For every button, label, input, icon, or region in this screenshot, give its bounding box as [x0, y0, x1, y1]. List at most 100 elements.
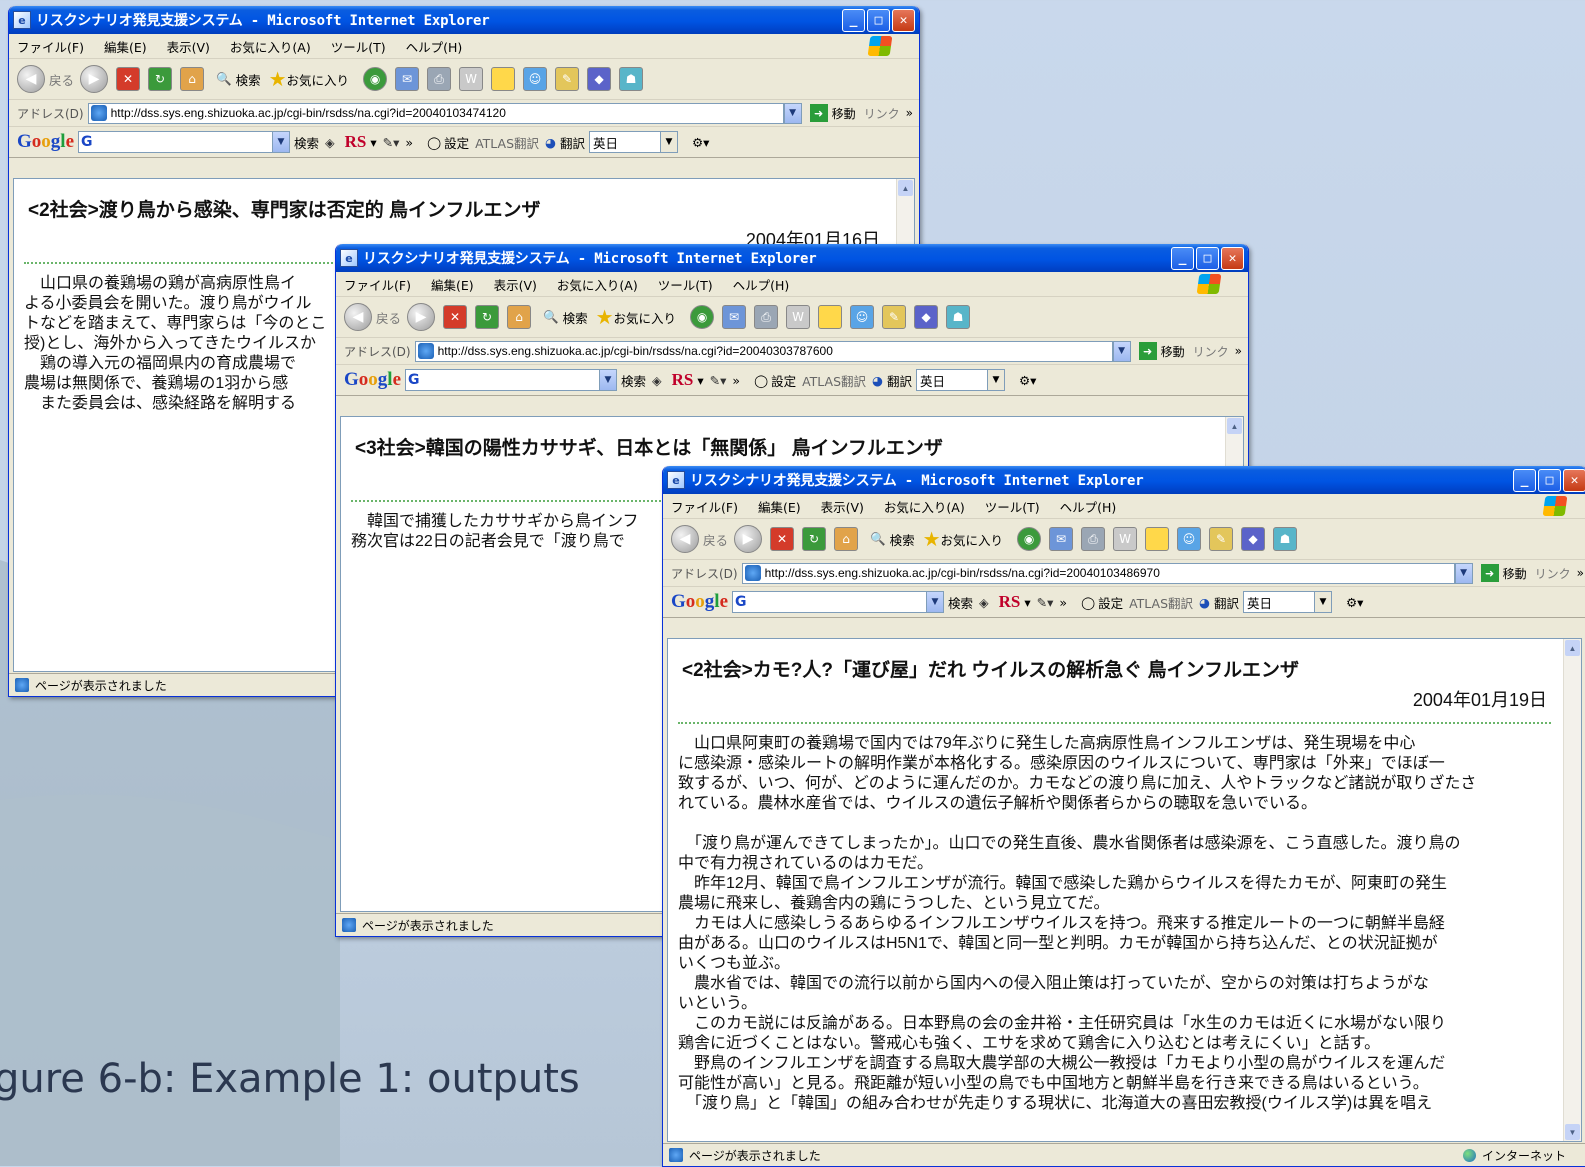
search-icon[interactable]: 🔍 [543, 309, 559, 325]
rs-dropdown-icon[interactable]: ▾ [1024, 595, 1030, 610]
highlight-icon[interactable]: ✎▾ [383, 135, 400, 150]
chevron-right-icon[interactable]: » [906, 106, 913, 120]
minimize-button[interactable]: _ [1513, 468, 1536, 492]
refresh-icon[interactable]: ↻ [148, 67, 173, 91]
chevron-right-icon[interactable]: » [1577, 566, 1584, 580]
translate-button[interactable]: 翻訳 [887, 371, 912, 390]
minimize-button[interactable]: _ [1171, 246, 1194, 270]
menu-favorites[interactable]: お気に入り(A) [230, 37, 311, 56]
language-select[interactable]: 英日 ▼ [915, 369, 1005, 391]
atlas-translate-button[interactable]: ATLAS翻訳 [475, 133, 539, 152]
title-bar[interactable]: e リスクシナリオ発見支援システム - Microsoft Internet E… [336, 244, 1248, 272]
messenger-icon[interactable]: ☺ [1177, 527, 1202, 551]
google-search-button[interactable]: 検索 [294, 133, 319, 152]
print-icon[interactable]: ⎙ [1081, 527, 1106, 551]
favorites-label[interactable]: お気に入り [941, 530, 1004, 549]
highlight-icon[interactable]: ✎▾ [710, 373, 727, 388]
back-label[interactable]: 戻る [703, 530, 728, 549]
atlas-translate-button[interactable]: ATLAS翻訳 [802, 371, 866, 390]
settings-radio-icon[interactable]: ◯ [427, 135, 441, 150]
back-arrow-icon[interactable]: ◀ [344, 303, 372, 331]
mail-icon[interactable]: ✉ [395, 67, 420, 91]
go-button[interactable]: ➜ 移動 [809, 104, 856, 122]
favorites-label[interactable]: お気に入り [287, 70, 350, 89]
select-dropdown-icon[interactable]: ▼ [986, 370, 1004, 390]
close-button[interactable]: ✕ [1563, 468, 1585, 492]
media-icon[interactable]: ◉ [1017, 527, 1042, 551]
vertical-scrollbar[interactable]: ▲ ▼ [1563, 639, 1581, 1141]
menu-file[interactable]: ファイル(F) [671, 497, 738, 516]
rs-button[interactable]: RS [999, 592, 1021, 612]
home-icon[interactable]: ⌂ [180, 67, 205, 91]
back-label[interactable]: 戻る [49, 70, 74, 89]
notes-icon[interactable] [491, 67, 516, 91]
back-arrow-icon[interactable]: ◀ [17, 65, 45, 93]
links-label[interactable]: リンク [1193, 343, 1229, 360]
url-text[interactable]: http://dss.sys.eng.shizuoka.ac.jp/cgi-bi… [765, 566, 1160, 580]
edit-icon[interactable]: W [459, 67, 484, 91]
language-select[interactable]: 英日 ▼ [588, 131, 678, 153]
scroll-up-icon[interactable]: ▲ [1565, 640, 1580, 656]
scroll-up-icon[interactable]: ▲ [898, 180, 913, 196]
title-bar[interactable]: e リスクシナリオ発見支援システム - Microsoft Internet E… [9, 6, 919, 34]
google-dropdown-icon[interactable]: ▼ [599, 370, 616, 390]
edit-icon[interactable]: W [786, 305, 811, 329]
refresh-icon[interactable]: ↻ [475, 305, 500, 329]
home-icon[interactable]: ⌂ [507, 305, 532, 329]
translate-button[interactable]: 翻訳 [560, 133, 585, 152]
links-label[interactable]: リンク [1535, 565, 1571, 582]
language-select[interactable]: 英日 ▼ [1242, 591, 1332, 613]
menu-file[interactable]: ファイル(F) [17, 37, 84, 56]
google-search-input[interactable]: G ▼ [78, 131, 290, 153]
menu-tools[interactable]: ツール(T) [985, 497, 1040, 516]
address-dropdown-icon[interactable]: ▼ [1112, 340, 1131, 362]
back-arrow-icon[interactable]: ◀ [671, 525, 699, 553]
url-input[interactable]: http://dss.sys.eng.shizuoka.ac.jp/cgi-bi… [741, 562, 1455, 584]
address-dropdown-icon[interactable]: ▼ [1454, 562, 1473, 584]
settings-button[interactable]: 設定 [1098, 593, 1123, 612]
search-label[interactable]: 検索 [236, 70, 261, 89]
chevron-right-icon[interactable]: » [732, 373, 740, 388]
settings-radio-icon[interactable]: ◯ [754, 373, 768, 388]
research-icon[interactable]: ✎ [882, 305, 907, 329]
notes-icon[interactable] [818, 305, 843, 329]
scroll-up-icon[interactable]: ▲ [1227, 418, 1242, 434]
stop-icon[interactable]: ✕ [116, 67, 141, 91]
tools-icon[interactable]: ⚙▾ [1019, 373, 1036, 388]
rs-button[interactable]: RS [345, 132, 367, 152]
favorites-star-icon[interactable]: ★ [269, 67, 287, 91]
back-label[interactable]: 戻る [376, 308, 401, 327]
settings-button[interactable]: 設定 [771, 371, 796, 390]
stop-icon[interactable]: ✕ [770, 527, 795, 551]
people-icon[interactable]: ☗ [619, 67, 644, 91]
bluetooth-icon[interactable]: ◆ [1241, 527, 1266, 551]
select-dropdown-icon[interactable]: ▼ [659, 132, 677, 152]
menu-view[interactable]: 表示(V) [494, 275, 537, 294]
google-search-button[interactable]: 検索 [621, 371, 646, 390]
menu-view[interactable]: 表示(V) [167, 37, 210, 56]
url-text[interactable]: http://dss.sys.eng.shizuoka.ac.jp/cgi-bi… [438, 344, 833, 358]
url-input[interactable]: http://dss.sys.eng.shizuoka.ac.jp/cgi-bi… [414, 340, 1113, 362]
menu-edit[interactable]: 編集(E) [758, 497, 801, 516]
search-label[interactable]: 検索 [563, 308, 588, 327]
settings-button[interactable]: 設定 [444, 133, 469, 152]
menu-tools[interactable]: ツール(T) [331, 37, 386, 56]
go-button[interactable]: ➜ 移動 [1480, 564, 1527, 582]
links-label[interactable]: リンク [864, 105, 900, 122]
menu-help[interactable]: ヘルプ(H) [733, 275, 790, 294]
menu-favorites[interactable]: お気に入り(A) [557, 275, 638, 294]
search-label[interactable]: 検索 [890, 530, 915, 549]
maximize-button[interactable]: □ [1538, 468, 1561, 492]
menu-file[interactable]: ファイル(F) [344, 275, 411, 294]
url-input[interactable]: http://dss.sys.eng.shizuoka.ac.jp/cgi-bi… [87, 102, 784, 124]
highlight-icon[interactable]: ✎▾ [1037, 595, 1054, 610]
maximize-button[interactable]: □ [1196, 246, 1219, 270]
forward-arrow-icon[interactable]: ▶ [407, 303, 436, 331]
messenger-icon[interactable]: ☺ [850, 305, 875, 329]
title-bar[interactable]: e リスクシナリオ発見支援システム - Microsoft Internet E… [663, 466, 1585, 494]
refresh-icon[interactable]: ↻ [802, 527, 827, 551]
menu-view[interactable]: 表示(V) [821, 497, 864, 516]
tools-icon[interactable]: ⚙▾ [692, 135, 709, 150]
mail-icon[interactable]: ✉ [1049, 527, 1074, 551]
google-search-input[interactable]: G ▼ [732, 591, 944, 613]
